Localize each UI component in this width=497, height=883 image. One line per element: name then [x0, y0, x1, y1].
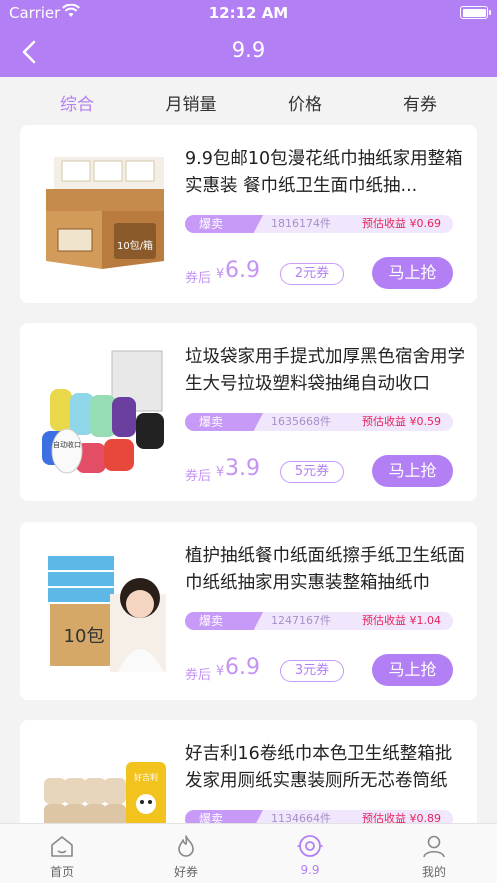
product-image-text: 自动收口: [53, 440, 81, 449]
product-image-text: 好吉利: [134, 772, 158, 782]
tab-home-label: 首页: [49, 865, 74, 879]
tab-nine-nine-label: 9.9: [300, 863, 320, 877]
price: 6.9: [225, 655, 260, 680]
tab-home[interactable]: 首页: [0, 824, 124, 883]
sales-info-bar: 爆卖 1635668件 预估收益 ¥0.59: [185, 413, 453, 431]
flame-icon: [178, 835, 194, 857]
price-label: 券后: [185, 469, 212, 484]
product-image-text: 10包/箱: [117, 239, 153, 252]
hot-badge: 爆卖: [185, 215, 263, 233]
product-card[interactable]: 10包 植护抽纸餐巾纸面纸擦手纸卫生纸面巾纸纸抽家用实惠装整箱抽纸巾 爆卖 12…: [20, 522, 477, 700]
clock: 12:12 AM: [208, 4, 289, 22]
price-label: 券后: [185, 668, 212, 683]
product-image: 自动收口: [42, 350, 164, 474]
filter-tab-monthly-sales[interactable]: 月销量: [141, 90, 241, 115]
buy-now-button[interactable]: 马上抢: [372, 654, 453, 686]
product-image: 10包/箱: [46, 157, 164, 269]
sold-count: 1247167件: [271, 614, 331, 627]
tab-mine[interactable]: 我的: [372, 824, 496, 883]
buy-now-button[interactable]: 马上抢: [372, 455, 453, 487]
currency-symbol: ¥: [216, 465, 225, 480]
tab-nine-nine[interactable]: 9.9: [248, 824, 372, 883]
battery-icon: [460, 6, 491, 19]
filter-tab-has-coupon[interactable]: 有券: [370, 90, 470, 115]
coupon-tag: 5元券: [280, 461, 344, 483]
price-label: 券后: [185, 271, 212, 286]
tab-mine-label: 我的: [421, 865, 446, 879]
product-title[interactable]: 垃圾袋家用手提式加厚黑色宿舍用学生大号拉圾塑料袋抽绳自动收口: [185, 344, 465, 398]
page-title: 9.9: [231, 38, 266, 62]
bottom-tab-bar: 首页 好券 9.9 我的: [0, 823, 497, 883]
buy-now-button[interactable]: 马上抢: [372, 257, 453, 289]
hot-badge: 爆卖: [185, 413, 263, 431]
sales-info-bar: 爆卖 1816174件 预估收益 ¥0.69: [185, 215, 453, 233]
estimated-earnings: 预估收益 ¥0.59: [362, 415, 441, 428]
product-title[interactable]: 9.9包邮10包漫花纸巾抽纸家用整箱实惠装 餐巾纸卫生面巾纸抽...: [185, 146, 465, 200]
coupon-tag: 2元券: [280, 263, 344, 285]
price: 6.9: [225, 258, 260, 283]
sold-count: 1635668件: [271, 415, 331, 428]
coupon-tag: 3元券: [280, 660, 344, 682]
sold-count: 1816174件: [271, 217, 331, 230]
product-card[interactable]: 自动收口 垃圾袋家用手提式加厚黑色宿舍用学生大号拉圾塑料袋抽绳自动收口 爆卖 1…: [20, 323, 477, 501]
filter-tabs: 综合 月销量 价格 有券: [0, 77, 497, 125]
currency-symbol: ¥: [216, 267, 225, 282]
filter-tab-comprehensive[interactable]: 综合: [27, 90, 127, 115]
product-image-text: 10包: [64, 626, 105, 647]
status-bar: Carrier 12:12 AM: [0, 0, 497, 26]
currency-symbol: ¥: [216, 664, 225, 679]
estimated-earnings: 预估收益 ¥1.04: [362, 614, 441, 627]
user-icon: [423, 835, 445, 858]
product-title[interactable]: 好吉利16卷纸巾本色卫生纸整箱批发家用厕纸实惠装厕所无芯卷筒纸: [185, 741, 465, 795]
estimated-earnings: 预估收益 ¥0.69: [362, 217, 441, 230]
home-icon: [51, 836, 73, 857]
product-title[interactable]: 植护抽纸餐巾纸面纸擦手纸卫生纸面巾纸纸抽家用实惠装整箱抽纸巾: [185, 543, 465, 597]
product-card[interactable]: 10包/箱 9.9包邮10包漫花纸巾抽纸家用整箱实惠装 餐巾纸卫生面巾纸抽...…: [20, 125, 477, 303]
tab-coupons-label: 好券: [173, 865, 198, 879]
tab-coupons[interactable]: 好券: [124, 824, 248, 883]
sales-info-bar: 爆卖 1247167件 预估收益 ¥1.04: [185, 612, 453, 630]
filter-tab-price[interactable]: 价格: [255, 90, 355, 115]
product-image: 10包: [48, 556, 166, 672]
price: 3.9: [225, 456, 260, 481]
nav-bar: 9.9: [0, 26, 497, 77]
hot-badge: 爆卖: [185, 612, 263, 630]
target-icon: [297, 835, 323, 857]
